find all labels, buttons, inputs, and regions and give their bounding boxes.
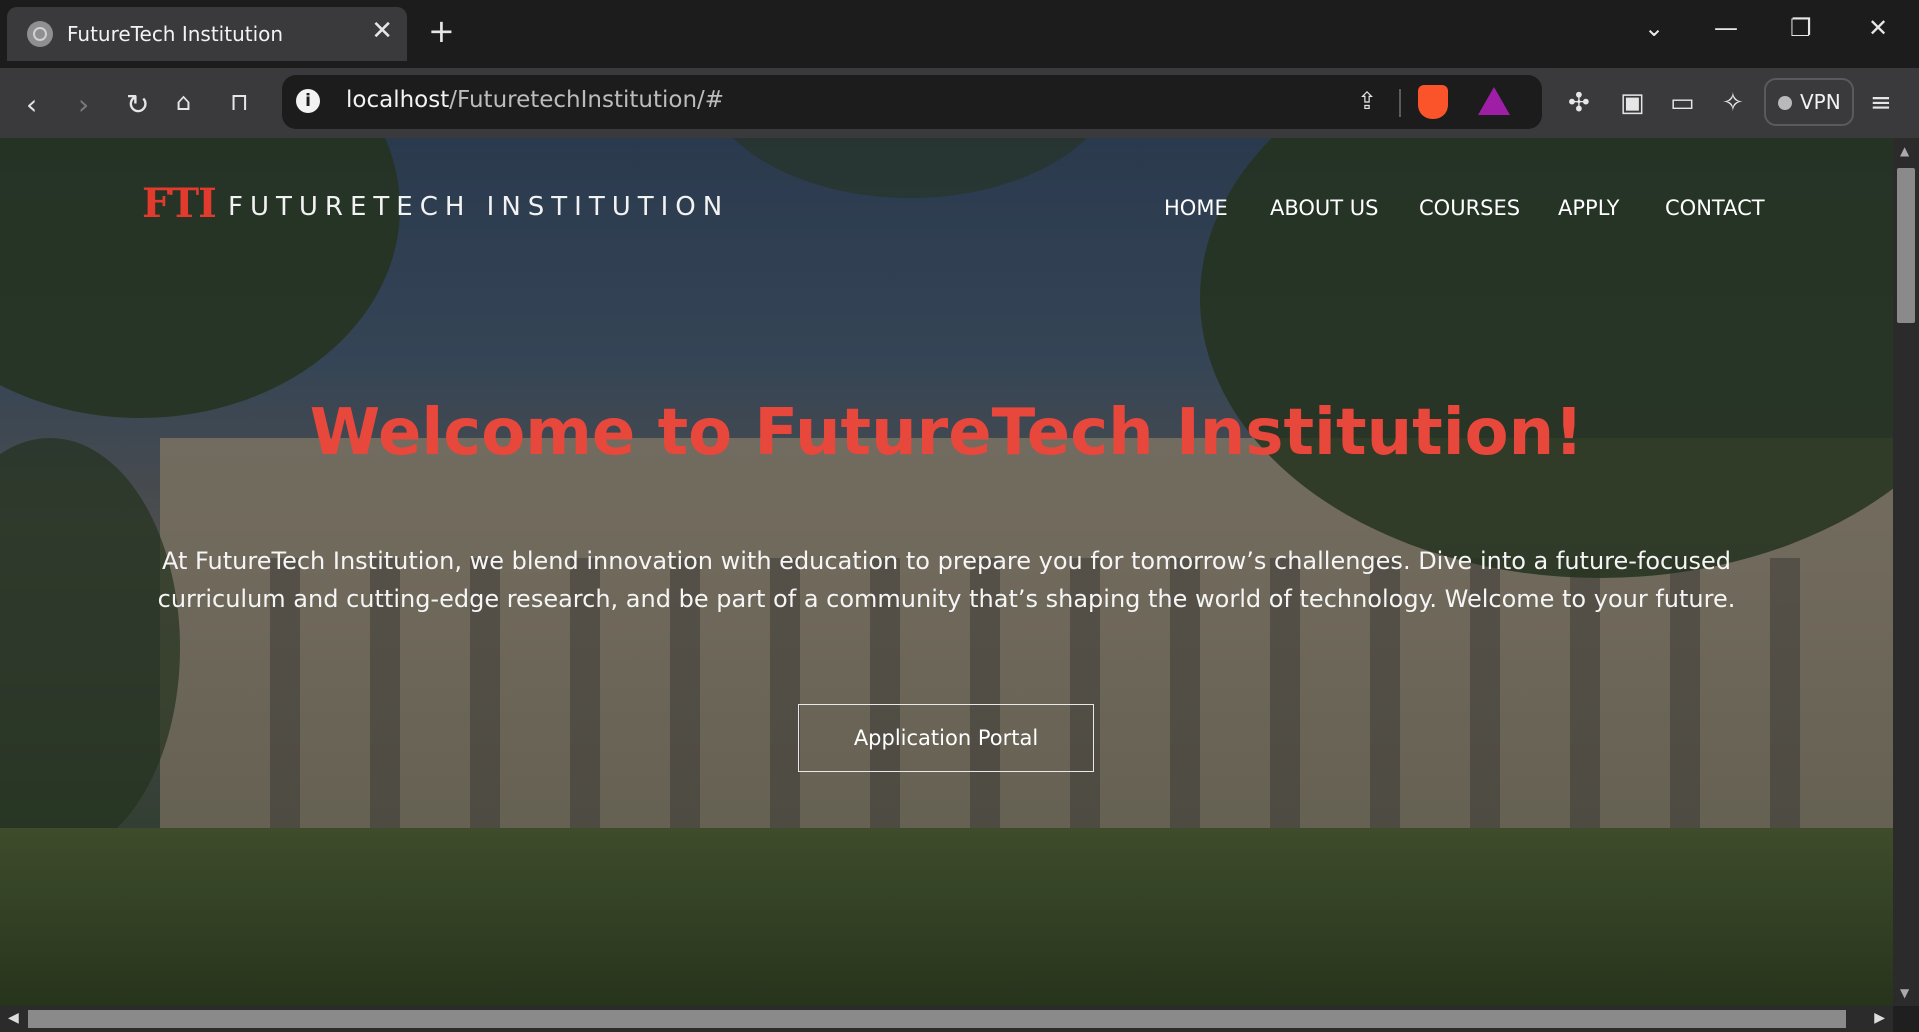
tab-list-chevron-icon[interactable]: ⌄ — [1644, 14, 1664, 42]
tree-foliage-image — [700, 138, 1120, 198]
application-portal-button[interactable]: Application Portal — [798, 704, 1094, 772]
tab-title: FutureTech Institution — [67, 22, 284, 46]
minimize-button[interactable]: — — [1714, 14, 1738, 42]
divider — [1399, 89, 1401, 117]
vertical-scrollbar[interactable]: ▲ ▼ — [1893, 138, 1919, 1006]
scroll-down-icon[interactable]: ▼ — [1900, 986, 1909, 1000]
tree-foliage-image — [0, 438, 180, 858]
vpn-button[interactable]: VPN — [1764, 78, 1854, 126]
vpn-label: VPN — [1800, 90, 1841, 114]
url-text[interactable]: localhost/FuturetechInstitution/# — [346, 87, 724, 113]
browser-toolbar: ‹ › ↻ ⌂ ⊓ i localhost/FuturetechInstitut… — [0, 68, 1919, 138]
site-logo-mark[interactable]: FTI — [142, 180, 217, 227]
share-icon[interactable]: ⇪ — [1357, 87, 1377, 115]
vpn-status-icon — [1778, 96, 1792, 110]
reload-button[interactable]: ↻ — [126, 88, 149, 121]
brave-rewards-icon[interactable] — [1478, 87, 1510, 115]
url-host: localhost — [346, 87, 450, 113]
hero-title: Welcome to FutureTech Institution! — [309, 396, 1584, 470]
scroll-left-icon[interactable]: ◀ — [8, 1010, 19, 1026]
bookmark-icon[interactable]: ⊓ — [230, 88, 249, 116]
nav-contact[interactable]: CONTACT — [1665, 196, 1765, 220]
scroll-up-icon[interactable]: ▲ — [1900, 144, 1909, 158]
address-bar[interactable]: i localhost/FuturetechInstitution/# ⇪ — [282, 75, 1542, 129]
brave-shields-icon[interactable] — [1418, 85, 1448, 119]
extensions-icon[interactable]: ✣ — [1568, 88, 1590, 118]
nav-home[interactable]: HOME — [1164, 196, 1228, 220]
tab-close-icon[interactable]: ✕ — [371, 16, 393, 46]
site-logo-text[interactable]: FUTURETECH INSTITUTION — [228, 192, 729, 222]
web-page: FTI FUTURETECH INSTITUTION HOME ABOUT US… — [0, 138, 1893, 1006]
leo-ai-icon[interactable]: ✧ — [1722, 88, 1744, 118]
lawn-image — [0, 828, 1893, 1006]
home-icon[interactable]: ⌂ — [176, 88, 191, 116]
scroll-right-icon[interactable]: ▶ — [1874, 1010, 1885, 1026]
site-info-icon[interactable]: i — [296, 89, 320, 113]
nav-about-us[interactable]: ABOUT US — [1270, 196, 1379, 220]
nav-apply[interactable]: APPLY — [1558, 196, 1619, 220]
menu-icon[interactable]: ≡ — [1870, 88, 1892, 118]
nav-courses[interactable]: COURSES — [1419, 196, 1520, 220]
horizontal-scrollbar[interactable]: ◀ ▶ — [0, 1006, 1893, 1032]
vertical-scroll-thumb[interactable] — [1897, 168, 1915, 323]
browser-titlebar: FutureTech Institution ✕ + ⌄ — ❐ ✕ — [0, 0, 1919, 68]
close-window-button[interactable]: ✕ — [1868, 14, 1888, 42]
wallet-icon[interactable]: ▭ — [1670, 88, 1695, 118]
sidebar-icon[interactable]: ▣ — [1620, 88, 1645, 118]
back-button[interactable]: ‹ — [26, 88, 37, 121]
horizontal-scroll-thumb[interactable] — [28, 1010, 1846, 1028]
new-tab-button[interactable]: + — [428, 12, 455, 50]
browser-tab[interactable]: FutureTech Institution ✕ — [7, 7, 407, 61]
globe-icon — [27, 21, 53, 47]
hero-description: At FutureTech Institution, we blend inno… — [157, 547, 1736, 613]
url-path: /FuturetechInstitution/# — [449, 87, 725, 113]
restore-button[interactable]: ❐ — [1790, 14, 1812, 42]
forward-button[interactable]: › — [78, 88, 89, 121]
